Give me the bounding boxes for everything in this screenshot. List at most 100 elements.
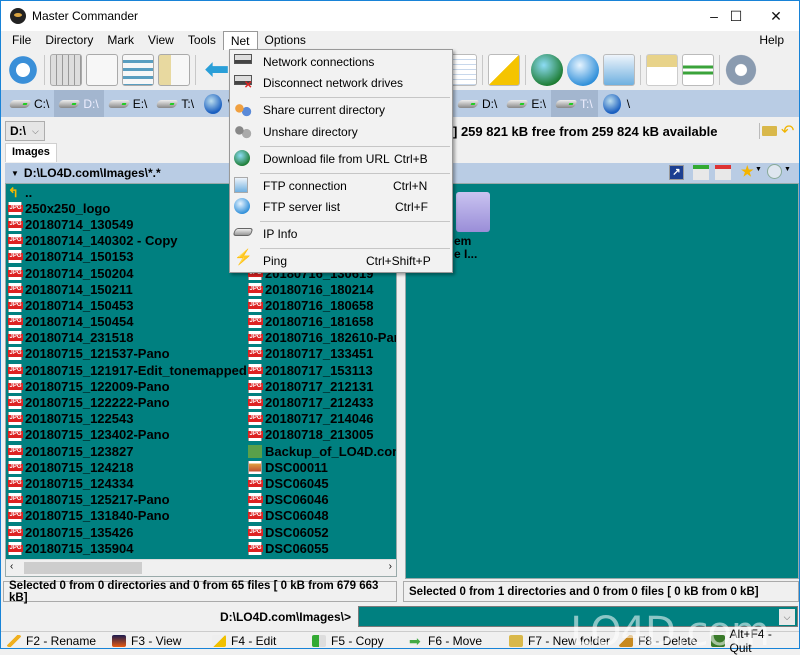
file-list-item[interactable]: 20180717_214046 [248, 411, 396, 427]
menu-item-share-current-directory[interactable]: Share current directory [230, 99, 452, 121]
scroll-left-icon[interactable]: ‹ [10, 561, 13, 572]
f6-move-button[interactable]: ➡ F6 - Move [403, 634, 503, 648]
dropdown-triangle-icon[interactable]: ▼ [11, 169, 19, 178]
file-list-item[interactable]: 20180717_133451 [248, 346, 396, 362]
file-list-item[interactable]: 20180718_213005 [248, 427, 396, 443]
menu-item-ftp-connection[interactable]: FTP connection Ctrl+N [230, 175, 452, 197]
file-list-item[interactable]: 20180714_150211 [8, 281, 247, 297]
right-drive-d[interactable]: D:\ [453, 90, 502, 117]
file-list-item[interactable]: 20180714_130549 [8, 216, 247, 232]
file-list-item[interactable]: 20180715_122009-Pano [8, 378, 247, 394]
chevron-down-icon[interactable]: ▼ [784, 166, 791, 173]
tab-images[interactable]: Images [5, 143, 57, 162]
scrollbar-thumb[interactable] [24, 562, 142, 574]
file-list-item[interactable]: 20180715_135904 [8, 540, 247, 556]
right-drive-network[interactable]: \ [598, 90, 635, 117]
menu-item-download-file-from-url[interactable]: Download file from URL Ctrl+B [230, 148, 452, 170]
folder-icon[interactable] [762, 126, 777, 136]
compare-icon[interactable] [682, 54, 714, 86]
menu-net[interactable]: Net [222, 30, 258, 51]
file-list-item[interactable]: DSC06052 [248, 524, 396, 540]
f4-edit-button[interactable]: F4 - Edit [206, 634, 306, 648]
file-list-item[interactable]: 20180717_212131 [248, 378, 396, 394]
left-drive-e[interactable]: E:\ [104, 90, 153, 117]
brief-view-icon[interactable] [50, 54, 82, 86]
menu-item-ftp-server-list[interactable]: FTP server list Ctrl+F [230, 196, 452, 218]
settings-gear-icon[interactable] [725, 54, 757, 86]
menu-item-ping[interactable]: ⚡ Ping Ctrl+Shift+P [230, 250, 452, 272]
tree-icons-view-icon[interactable] [158, 54, 190, 86]
file-list-item[interactable]: 20180715_122543 [8, 411, 247, 427]
file-list-item[interactable]: 20180714_150153 [8, 249, 247, 265]
menu-item-unshare-directory[interactable]: Unshare directory [230, 121, 452, 143]
up-directory-icon[interactable]: ↶ [781, 121, 794, 141]
menu-item-ip-info[interactable]: IP Info [230, 223, 452, 245]
file-list-item[interactable]: 20180714_150453 [8, 297, 247, 313]
file-list-item[interactable]: DSC06045 [248, 475, 396, 491]
file-list-item[interactable]: Backup_of_LO4D.com [248, 443, 396, 459]
horizontal-scrollbar[interactable]: ‹ › [6, 559, 396, 576]
menu-item-disconnect-network-drives[interactable]: ✕ Disconnect network drives [230, 72, 452, 94]
file-list-item[interactable]: 20180716_180214 [248, 281, 396, 297]
file-list-item[interactable]: ↰.. [8, 184, 247, 200]
file-list-item[interactable]: DSC06055 [248, 540, 396, 556]
shortcut-icon[interactable]: ↗ [669, 165, 684, 180]
f2-rename-button[interactable]: F2 - Rename [1, 634, 106, 648]
refresh-icon[interactable] [7, 54, 39, 86]
menu-item-network-connections[interactable]: Network connections [230, 51, 452, 73]
history-clock-icon[interactable] [767, 164, 782, 179]
file-list-item[interactable]: 20180715_131840-Pano [8, 508, 247, 524]
menu-directory[interactable]: Directory [38, 31, 100, 50]
file-list-item[interactable]: 20180715_124218 [8, 459, 247, 475]
f3-view-button[interactable]: F3 - View [106, 634, 206, 648]
file-list-item[interactable]: 20180715_121537-Pano [8, 346, 247, 362]
file-list-item[interactable]: 20180715_123402-Pano [8, 427, 247, 443]
close-button[interactable]: ✕ [753, 1, 799, 31]
edit-icon[interactable] [488, 54, 520, 86]
file-list-item[interactable]: 20180715_122222-Pano [8, 394, 247, 410]
menu-help[interactable]: Help [752, 31, 791, 50]
menu-view[interactable]: View [141, 31, 181, 50]
file-list-item[interactable]: 20180717_212433 [248, 394, 396, 410]
file-list-item[interactable]: 20180716_182610-Pano [248, 330, 396, 346]
thumbnail-view-icon[interactable] [86, 54, 118, 86]
right-drive-t[interactable]: T:\ [551, 90, 598, 117]
swap-panels-icon[interactable] [646, 54, 678, 86]
file-list-item[interactable]: 20180715_121917-Edit_tonemapped [8, 362, 247, 378]
scroll-right-icon[interactable]: › [389, 561, 392, 572]
left-drive-d[interactable]: D:\ [54, 90, 104, 117]
left-drive-c[interactable]: C:\ [5, 90, 54, 117]
f5-copy-button[interactable]: F5 - Copy [306, 634, 403, 648]
file-list-item[interactable]: 20180716_181658 [248, 314, 396, 330]
menu-file[interactable]: File [5, 31, 38, 50]
file-list-item[interactable]: 20180714_150454 [8, 314, 247, 330]
ftp-server-icon[interactable] [567, 54, 599, 86]
menu-tools[interactable]: Tools [181, 31, 223, 50]
file-list-item[interactable]: 20180715_125217-Pano [8, 492, 247, 508]
left-drive-t[interactable]: T:\ [152, 90, 199, 117]
file-list-item[interactable]: DSC06046 [248, 492, 396, 508]
file-list-item[interactable]: DSC06048 [248, 508, 396, 524]
chevron-down-icon[interactable]: ⌵ [779, 609, 795, 625]
file-list-item[interactable]: 20180715_123827 [8, 443, 247, 459]
file-list-item[interactable]: 20180714_231518 [8, 330, 247, 346]
menu-mark[interactable]: Mark [100, 31, 141, 50]
chevron-down-icon[interactable]: ▼ [755, 166, 762, 173]
menu-options[interactable]: Options [258, 31, 313, 50]
favorites-star-icon[interactable]: ★ [741, 163, 754, 180]
right-drive-e[interactable]: E:\ [502, 90, 551, 117]
download-globe-icon[interactable] [531, 54, 563, 86]
file-list-item[interactable]: 20180714_140302 - Copy [8, 233, 247, 249]
file-list-item[interactable]: DSC00011 [248, 459, 396, 475]
file-list-item[interactable]: 20180715_135426 [8, 524, 247, 540]
file-list-item[interactable]: 20180716_180658 [248, 297, 396, 313]
ftp-connection-icon[interactable] [603, 54, 635, 86]
file-list-item[interactable]: 20180715_124334 [8, 475, 247, 491]
add-favorite-folder-icon[interactable] [693, 165, 709, 180]
file-list-item[interactable]: 20180714_150204 [8, 265, 247, 281]
icons-view-icon[interactable] [122, 54, 154, 86]
right-file-panel[interactable]: em e I... [405, 183, 799, 579]
folder-item-label[interactable]: em e I... [454, 235, 477, 261]
folder-icon[interactable] [456, 192, 490, 232]
file-list-item[interactable]: 250x250_logo [8, 200, 247, 216]
